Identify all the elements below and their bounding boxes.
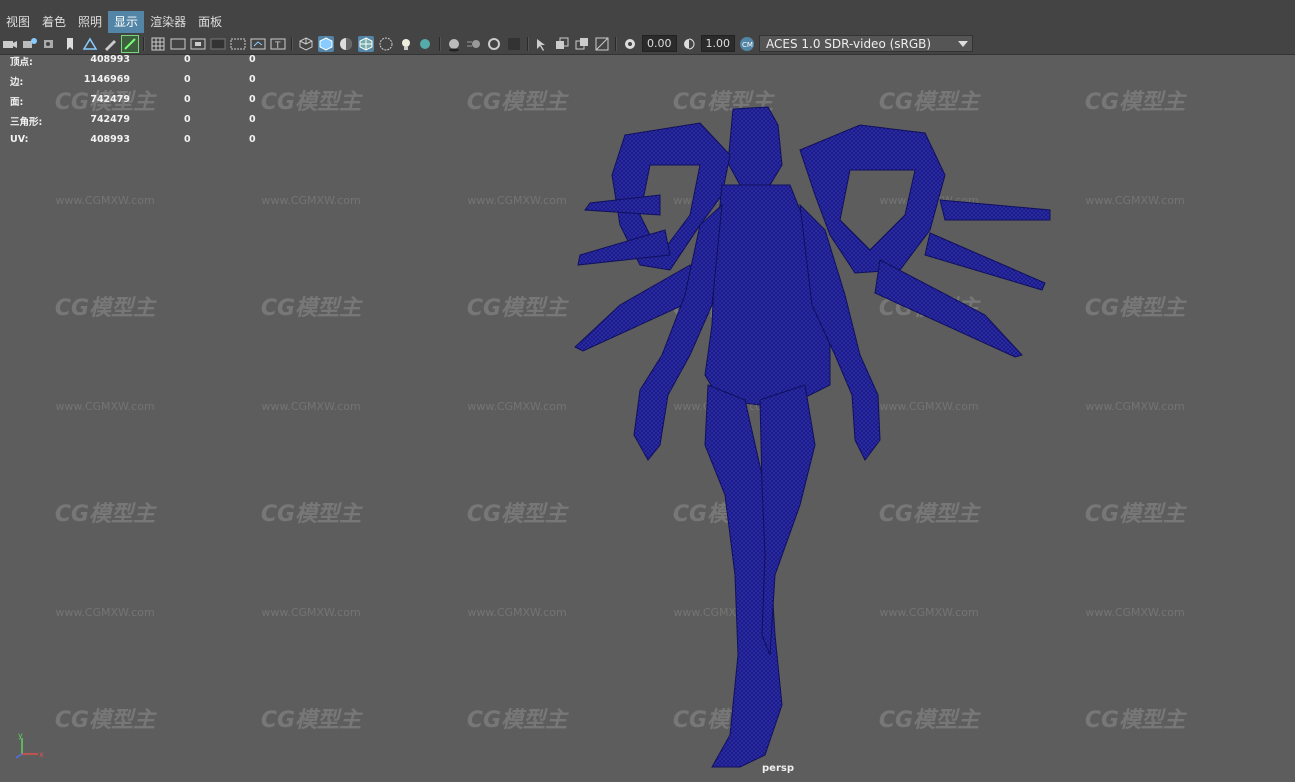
camera-select-icon[interactable] bbox=[2, 36, 18, 52]
toolbar-divider bbox=[143, 36, 145, 51]
toolbar-divider bbox=[439, 36, 441, 51]
color-space-dropdown[interactable]: ACES 1.0 SDR-video (sRGB) bbox=[759, 35, 973, 52]
poly-count-hud: 顶点: 408993 0 0 边: 1146969 0 0 面: 742479 … bbox=[10, 54, 270, 154]
hud-label: UV: bbox=[10, 134, 29, 145]
hud-row-uvs: UV: 408993 0 0 bbox=[10, 134, 270, 154]
anti-aliasing-icon[interactable] bbox=[486, 36, 502, 52]
depth-of-field-icon[interactable] bbox=[506, 36, 522, 52]
smooth-shade-icon[interactable] bbox=[318, 35, 334, 52]
perspective-viewport[interactable]: CG模型主 CG模型主 CG模型主 CG模型主 www.CGMXW.com www.CGM… bbox=[0, 55, 1295, 782]
film-gate-icon[interactable] bbox=[170, 36, 186, 52]
shadows-icon[interactable] bbox=[418, 36, 434, 52]
hud-row-vertices: 顶点: 408993 0 0 bbox=[10, 54, 270, 74]
image-plane-icon[interactable] bbox=[82, 36, 98, 52]
isolate-select-icon[interactable] bbox=[534, 36, 550, 52]
color-management-icon[interactable]: CM bbox=[739, 36, 755, 52]
wireframe-model[interactable] bbox=[0, 55, 1295, 782]
gamma-icon[interactable] bbox=[681, 36, 697, 52]
menu-lighting[interactable]: 照明 bbox=[72, 11, 108, 33]
xray-joints-icon[interactable] bbox=[554, 36, 570, 52]
camera-name-label: persp bbox=[762, 763, 794, 774]
axis-x-label: x bbox=[39, 750, 44, 759]
hud-value: 0 bbox=[249, 94, 256, 105]
hud-row-faces: 面: 742479 0 0 bbox=[10, 94, 270, 114]
panel-toolbar: T 0.00 1.00 CM ACES 1.0 SDR-video (sRGB) bbox=[0, 33, 1295, 55]
character-right-leg bbox=[759, 384, 816, 656]
field-chart-icon[interactable] bbox=[230, 36, 246, 52]
right-spike-1 bbox=[939, 199, 1051, 221]
safe-title-icon[interactable]: T bbox=[270, 36, 286, 52]
menu-show[interactable]: 显示 bbox=[108, 11, 145, 33]
bookmark-camera-icon[interactable] bbox=[42, 36, 58, 52]
hud-value: 0 bbox=[184, 94, 191, 105]
menu-shading[interactable]: 着色 bbox=[36, 11, 72, 33]
hud-value: 0 bbox=[184, 74, 191, 85]
menu-view[interactable]: 视图 bbox=[0, 11, 36, 33]
menu-renderer[interactable]: 渲染器 bbox=[144, 11, 192, 33]
hud-row-edges: 边: 1146969 0 0 bbox=[10, 74, 270, 94]
grid-icon[interactable] bbox=[150, 36, 166, 52]
grease-pencil-icon[interactable] bbox=[102, 36, 118, 52]
use-all-lights-icon[interactable] bbox=[398, 36, 414, 52]
hud-value: 0 bbox=[249, 54, 256, 65]
panel-menu-bar: 视图 着色 照明 显示 渲染器 面板 bbox=[0, 11, 1295, 33]
toolbar-divider bbox=[291, 36, 293, 51]
svg-text:T: T bbox=[274, 41, 281, 51]
camera-attributes-icon[interactable] bbox=[22, 36, 38, 52]
hud-value: 742479 bbox=[90, 114, 130, 125]
wireframe-icon[interactable] bbox=[298, 36, 314, 52]
chevron-down-icon bbox=[958, 41, 968, 47]
hud-label: 面: bbox=[10, 97, 24, 108]
character-head bbox=[727, 106, 783, 186]
hud-value: 0 bbox=[184, 134, 191, 145]
gamma-field[interactable]: 1.00 bbox=[700, 35, 735, 52]
svg-text:CM: CM bbox=[742, 41, 753, 49]
toolbar-divider bbox=[615, 36, 617, 51]
hud-value: 0 bbox=[249, 134, 256, 145]
safe-action-icon[interactable] bbox=[250, 36, 266, 52]
resolution-gate-icon[interactable] bbox=[190, 36, 206, 52]
axis-y-label: y bbox=[18, 731, 23, 740]
menu-panels[interactable]: 面板 bbox=[192, 11, 228, 33]
hud-value: 408993 bbox=[90, 54, 130, 65]
color-space-value: ACES 1.0 SDR-video (sRGB) bbox=[766, 37, 932, 51]
view-axis-icon: y x bbox=[15, 731, 44, 759]
xray-active-icon[interactable] bbox=[574, 36, 590, 52]
hud-value: 0 bbox=[249, 114, 256, 125]
gate-mask-icon[interactable] bbox=[210, 36, 226, 52]
2d-pan-zoom-icon[interactable] bbox=[121, 34, 139, 53]
wireframe-on-shaded-icon[interactable] bbox=[358, 35, 374, 52]
hud-value: 408993 bbox=[90, 134, 130, 145]
hud-label: 三角形: bbox=[10, 117, 43, 128]
toolbar-divider bbox=[527, 36, 529, 51]
bookmark-icon[interactable] bbox=[62, 36, 78, 52]
hud-value: 0 bbox=[249, 74, 256, 85]
screen-space-ao-icon[interactable] bbox=[446, 36, 462, 52]
hud-row-triangles: 三角形: 742479 0 0 bbox=[10, 114, 270, 134]
xray-icon[interactable] bbox=[378, 36, 394, 52]
maya-window: 视图 着色 照明 显示 渲染器 面板 T 0.00 1.00 CM ACES 1… bbox=[0, 0, 1295, 782]
exposure-field[interactable]: 0.00 bbox=[642, 35, 677, 52]
hud-value: 1146969 bbox=[83, 74, 130, 85]
hud-value: 0 bbox=[184, 114, 191, 125]
hud-value: 0 bbox=[184, 54, 191, 65]
hud-label: 边: bbox=[10, 77, 24, 88]
hud-value: 742479 bbox=[90, 94, 130, 105]
right-spike-2 bbox=[924, 232, 1046, 291]
motion-blur-icon[interactable] bbox=[466, 36, 482, 52]
exposure-icon[interactable] bbox=[622, 36, 638, 52]
backface-culling-icon[interactable] bbox=[594, 36, 610, 52]
default-material-icon[interactable] bbox=[338, 36, 354, 52]
hud-label: 顶点: bbox=[10, 57, 33, 68]
